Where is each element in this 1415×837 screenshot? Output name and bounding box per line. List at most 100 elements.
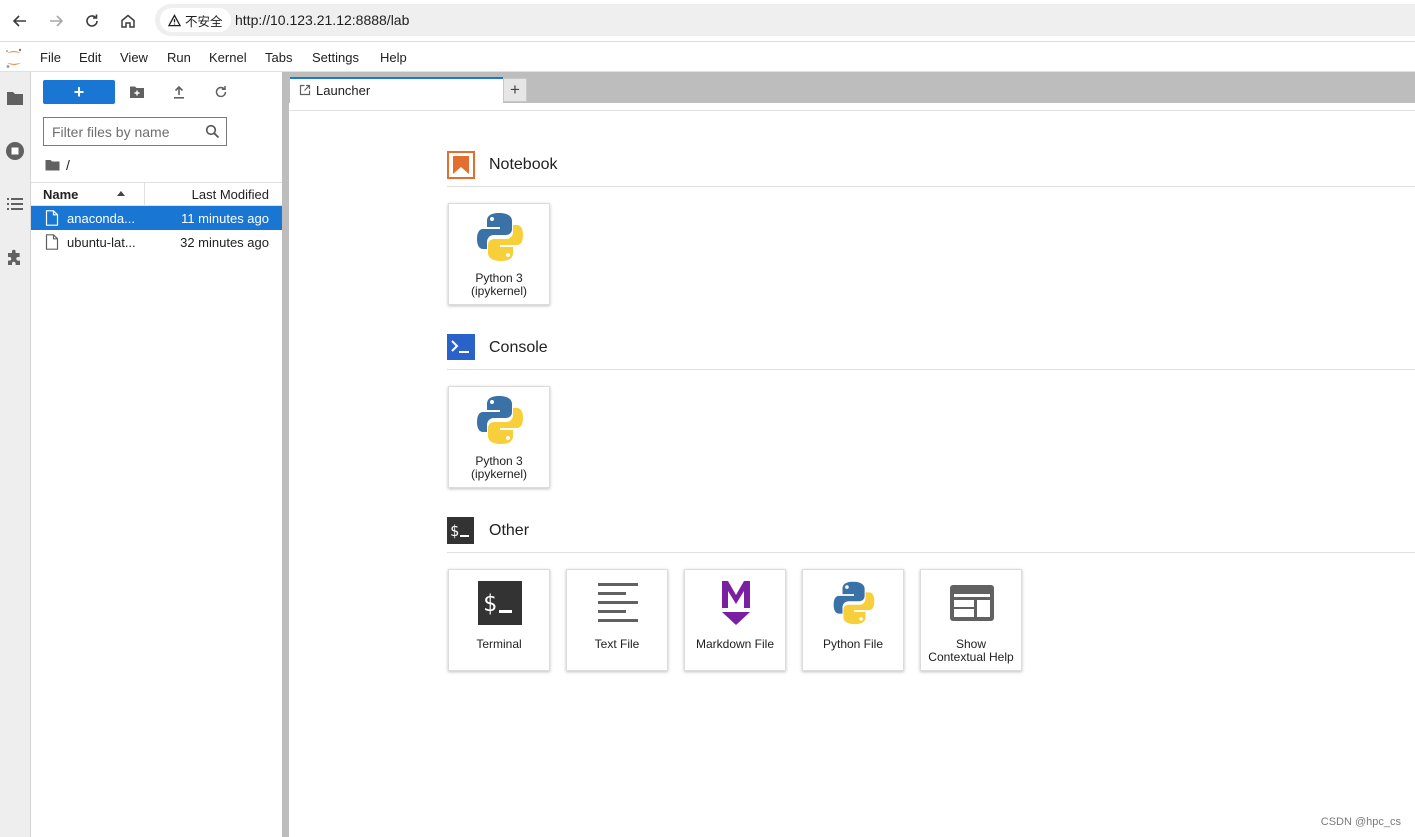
card-label: Markdown File <box>695 637 775 651</box>
back-button[interactable] <box>8 9 32 33</box>
menu-view[interactable]: View <box>120 50 148 65</box>
breadcrumb-root[interactable]: / <box>66 157 70 173</box>
warning-icon <box>168 13 181 26</box>
contextual-help-card[interactable]: Show Contextual Help <box>920 569 1022 671</box>
section-title-console: Console <box>489 339 548 356</box>
file-modified: 32 minutes ago <box>180 235 269 250</box>
running-kernels-tab[interactable] <box>4 140 26 162</box>
markdown-icon <box>711 578 761 628</box>
search-icon <box>205 124 220 139</box>
card-label: Contextual Help <box>928 650 1014 664</box>
python-icon <box>475 395 525 445</box>
section-divider <box>447 552 1415 553</box>
column-divider[interactable] <box>144 183 145 206</box>
arrow-right-icon <box>50 15 64 27</box>
security-indicator[interactable]: 不安全 <box>160 8 231 32</box>
section-title-other: Other <box>489 522 530 539</box>
file-icon <box>45 234 59 250</box>
markdown-file-card[interactable]: Markdown File <box>684 569 786 671</box>
add-tab-button[interactable]: + <box>503 78 527 102</box>
file-row[interactable]: anaconda... 11 minutes ago <box>31 206 282 230</box>
file-name: anaconda... <box>67 211 135 226</box>
file-list-header: Name Last Modified <box>31 182 282 206</box>
breadcrumb[interactable]: / <box>45 156 70 174</box>
card-label: (ipykernel) <box>470 284 527 298</box>
stop-circle-icon <box>6 142 24 160</box>
jupyter-logo-icon <box>6 48 22 68</box>
refresh-button[interactable] <box>211 82 231 102</box>
console-section-icon <box>447 334 475 360</box>
console-python3-card[interactable]: Python 3 (ipykernel) <box>448 386 550 488</box>
panel-splitter[interactable] <box>282 72 289 837</box>
browser-toolbar: 不安全 http://10.123.21.12:8888/lab <box>0 0 1415 42</box>
file-filter-field[interactable] <box>43 117 227 146</box>
main-tab-bar: Launcher + <box>289 72 1415 103</box>
file-row[interactable]: ubuntu-lat... 32 minutes ago <box>31 230 282 254</box>
section-divider <box>447 369 1415 370</box>
sort-ascending-icon <box>117 191 125 196</box>
card-label: Text File <box>594 637 640 651</box>
upload-button[interactable] <box>169 82 189 102</box>
puzzle-icon <box>8 249 20 265</box>
file-icon <box>45 210 59 226</box>
reload-button[interactable] <box>80 9 104 33</box>
tab-label: Launcher <box>316 83 371 98</box>
terminal-card[interactable]: $ Terminal <box>448 569 550 671</box>
watermark: CSDN @hpc_cs <box>1320 816 1401 828</box>
forward-button[interactable] <box>44 9 68 33</box>
tab-launcher[interactable]: Launcher <box>290 77 503 103</box>
arrow-left-icon <box>12 15 26 27</box>
activity-bar <box>0 72 31 837</box>
text-file-icon <box>593 578 643 628</box>
card-label: Python File <box>822 637 884 651</box>
home-icon <box>121 14 135 28</box>
text-file-card[interactable]: Text File <box>566 569 668 671</box>
file-browser-tab[interactable] <box>4 87 26 109</box>
url-text[interactable]: http://10.123.21.12:8888/lab <box>235 12 409 28</box>
extension-manager-tab[interactable] <box>4 246 26 268</box>
file-browser-panel: + / Name Last Modified anaconda... 11 mi… <box>31 72 282 837</box>
menu-run[interactable]: Run <box>167 50 191 65</box>
menu-help[interactable]: Help <box>380 50 407 65</box>
column-name-header[interactable]: Name <box>43 187 78 202</box>
divider <box>289 110 1415 111</box>
refresh-icon <box>215 86 227 98</box>
svg-text:$: $ <box>483 591 497 617</box>
table-of-contents-tab[interactable] <box>4 193 26 215</box>
menu-file[interactable]: File <box>40 50 61 65</box>
new-launcher-button[interactable]: + <box>43 80 115 104</box>
file-name: ubuntu-lat... <box>67 235 136 250</box>
home-button[interactable] <box>116 9 140 33</box>
other-section-icon: $ <box>447 517 474 544</box>
folder-icon <box>45 160 60 171</box>
security-label: 不安全 <box>185 14 223 29</box>
column-modified-header[interactable]: Last Modified <box>192 187 269 202</box>
menu-bar: File Edit View Run Kernel Tabs Settings … <box>0 43 1415 72</box>
folder-icon <box>7 92 23 105</box>
file-filter-input[interactable] <box>44 118 204 145</box>
upload-icon <box>174 85 184 99</box>
section-title-notebook: Notebook <box>489 156 558 173</box>
file-modified: 11 minutes ago <box>181 211 269 226</box>
menu-settings[interactable]: Settings <box>312 50 359 65</box>
python-icon <box>475 212 525 262</box>
menu-edit[interactable]: Edit <box>79 50 101 65</box>
python-icon <box>829 578 879 628</box>
section-divider <box>447 186 1415 187</box>
menu-tabs[interactable]: Tabs <box>265 50 292 65</box>
address-bar[interactable]: 不安全 http://10.123.21.12:8888/lab <box>155 4 1415 36</box>
python-file-card[interactable]: Python File <box>802 569 904 671</box>
card-label: (ipykernel) <box>470 467 527 481</box>
menu-kernel[interactable]: Kernel <box>209 50 247 65</box>
new-folder-button[interactable] <box>127 82 147 102</box>
new-folder-icon <box>130 86 144 98</box>
notebook-section-icon <box>447 151 475 179</box>
launcher-icon <box>299 84 311 96</box>
list-icon <box>7 198 23 210</box>
reload-icon <box>86 14 98 27</box>
svg-text:$: $ <box>450 522 459 540</box>
notebook-python3-card[interactable]: Python 3 (ipykernel) <box>448 203 550 305</box>
terminal-icon: $ <box>475 578 525 628</box>
contextual-help-icon <box>947 578 997 628</box>
card-label: Terminal <box>476 637 522 651</box>
